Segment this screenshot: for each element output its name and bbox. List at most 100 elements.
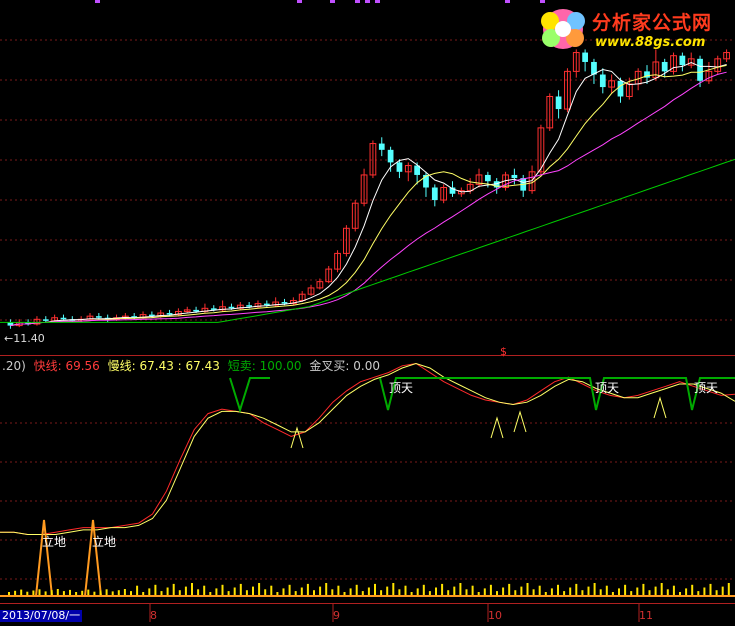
x-tick-label: 9 (333, 609, 340, 622)
volume-bar (209, 592, 212, 595)
volume-bar (581, 590, 584, 595)
volume-bar (587, 586, 590, 595)
volume-bar (20, 589, 23, 595)
short-sell-signal (229, 377, 270, 414)
top-annotation: 顶天 (595, 381, 620, 395)
candle-body (281, 302, 288, 304)
volume-bar (69, 589, 71, 595)
volume-bar (715, 590, 718, 595)
candle-body (42, 319, 49, 321)
volume-bar (282, 588, 285, 595)
volume-bar (239, 583, 242, 595)
volume-bar (508, 583, 511, 595)
watermark-url: www.88gs.com (595, 35, 706, 50)
volume-bar (422, 584, 425, 595)
volume-bar (50, 590, 53, 595)
candle-body (60, 317, 67, 320)
volume-bar (709, 583, 712, 595)
golden-cross-value: 金叉买: 0.00 (309, 359, 380, 373)
volume-bar (166, 587, 169, 595)
volume-bar (319, 586, 322, 595)
candle-body (378, 143, 385, 150)
chart-stage: 分析家公式网 www.88gs.com ←11.40 .20) 快线: 69.5… (0, 0, 735, 622)
volume-bar (148, 588, 151, 595)
candle-body (555, 96, 562, 110)
volume-bar (453, 586, 456, 595)
volume-bar (654, 586, 657, 595)
volume-bar (105, 589, 108, 595)
candle-body (246, 305, 253, 307)
volume-bar (361, 591, 364, 595)
volume-bar (605, 585, 608, 595)
volume-bar (563, 591, 566, 595)
volume-bar (526, 583, 529, 595)
volume-bar (557, 584, 559, 595)
volume-bar (624, 584, 627, 595)
volume-bar (130, 591, 132, 595)
volume-bar (56, 589, 59, 595)
volume-bar (428, 591, 431, 595)
ma10-line (10, 64, 727, 327)
volume-bar (447, 590, 450, 595)
top-annotation: 顶天 (694, 381, 719, 395)
x-axis-start-date: 2013/07/08/一 (0, 609, 83, 622)
volume-bar (75, 592, 78, 595)
volume-bar (435, 587, 437, 595)
volume-bar (672, 585, 675, 595)
candle-body (661, 61, 668, 72)
volume-bar (691, 584, 694, 595)
bottom-annotation: 立地 (42, 535, 67, 549)
indicator-prefix: .20) (2, 359, 26, 373)
volume-bar (374, 583, 376, 595)
volume-bar (44, 591, 47, 595)
volume-bar (87, 589, 90, 595)
volume-bar (117, 590, 120, 595)
volume-bar (252, 586, 254, 595)
chart-svg (0, 0, 735, 622)
x-tick-label: 8 (150, 609, 157, 622)
volume-bar (416, 588, 419, 595)
volume-bar (410, 592, 413, 595)
volume-bar (300, 587, 303, 595)
volume-bar (142, 592, 145, 595)
volume-bar (679, 592, 681, 595)
volume-bar (441, 583, 444, 595)
volume-bar (502, 587, 505, 595)
spike-marker (513, 410, 527, 433)
x-tick-label: 11 (639, 609, 653, 622)
top-marker (297, 0, 302, 3)
candle-body (617, 80, 624, 97)
top-marker (505, 0, 510, 3)
volume-bar (465, 589, 468, 595)
volume-bar (123, 589, 126, 595)
short-sell-value: 短卖: 100.00 (227, 359, 302, 373)
volume-bar (306, 583, 309, 595)
volume-bar (343, 592, 346, 595)
volume-bar (483, 588, 486, 595)
volume-bar (703, 587, 706, 595)
ma60-line (0, 158, 735, 323)
volume-bar (245, 590, 248, 595)
candle-body (263, 303, 270, 306)
volume-bar (697, 591, 700, 595)
volume-bar (154, 584, 157, 595)
volume-bar (197, 589, 200, 595)
volume-bar (459, 583, 462, 595)
spike-marker (290, 426, 304, 449)
bottom-signal (35, 519, 53, 597)
slow-line (0, 362, 735, 535)
candle-body (582, 52, 588, 62)
top-marker (95, 0, 100, 3)
volume-bar (337, 585, 340, 595)
volume-bar (160, 591, 163, 595)
volume-bar (313, 590, 315, 595)
volume-bar (331, 589, 334, 595)
candle-body (511, 174, 518, 179)
fast-line (0, 362, 735, 535)
candle-body (484, 174, 491, 182)
candle-body (193, 309, 199, 312)
volume-bar (26, 591, 29, 595)
x-tick-label: 10 (488, 609, 502, 622)
volume-bar (294, 591, 297, 595)
volume-bar (599, 589, 602, 595)
